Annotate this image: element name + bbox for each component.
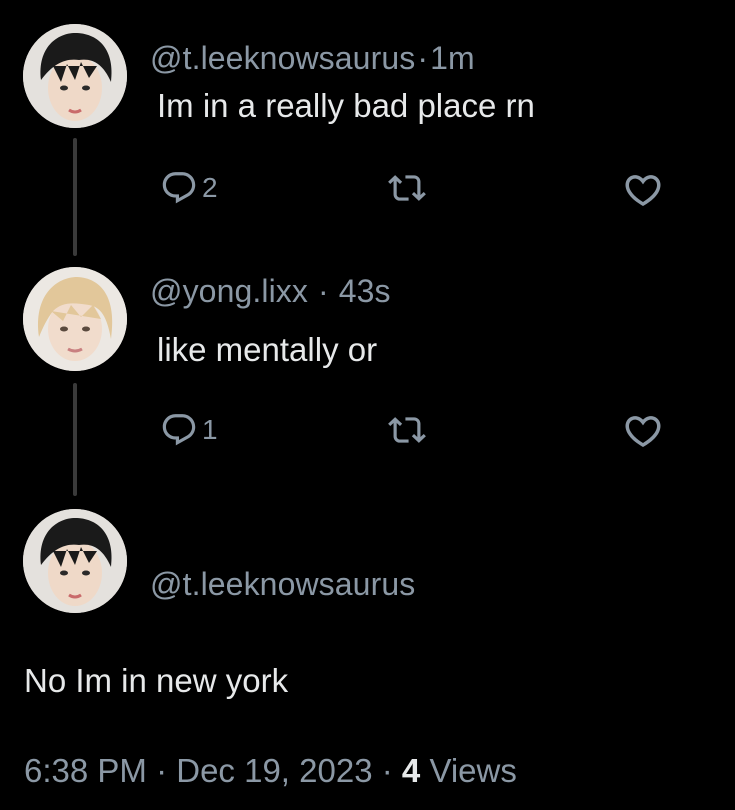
dark-hair-avatar-icon xyxy=(23,24,127,128)
main-tweet-handle[interactable]: @t.leeknowsaurus xyxy=(150,566,415,603)
tweet-time[interactable]: 1m xyxy=(430,40,475,76)
retweet-button[interactable] xyxy=(388,411,426,449)
views-count: 4 xyxy=(401,752,421,789)
main-tweet-text: No Im in new york xyxy=(24,662,289,699)
dark-hair-avatar-icon xyxy=(23,509,127,613)
tweet-text: like mentally or xyxy=(157,331,378,368)
separator-dot: · xyxy=(317,273,329,309)
views-label: Views xyxy=(429,752,517,789)
tweet-date[interactable]: Dec 19, 2023 xyxy=(176,752,372,789)
reply-icon xyxy=(160,169,198,207)
tweet-time[interactable]: 43s xyxy=(339,273,391,309)
avatar-dark-hair[interactable] xyxy=(23,509,127,613)
separator-dot: · xyxy=(417,40,429,76)
like-button[interactable] xyxy=(622,169,664,211)
retweet-icon xyxy=(388,169,426,207)
thread-line xyxy=(73,383,77,496)
like-button[interactable] xyxy=(622,410,664,452)
tweet-handle[interactable]: @t.leeknowsaurus xyxy=(150,40,415,76)
separator-dot: · xyxy=(381,752,393,789)
retweet-button[interactable] xyxy=(388,169,426,207)
reply-button[interactable]: 1 xyxy=(160,411,218,449)
tweet-meta: 6:38 PM · Dec 19, 2023 · 4 Views xyxy=(24,752,517,790)
tweet-header: @yong.lixx · 43s xyxy=(150,273,391,310)
tweet-timestamp[interactable]: 6:38 PM xyxy=(24,752,147,789)
reply-count: 2 xyxy=(202,172,218,203)
retweet-icon xyxy=(388,411,426,449)
separator-dot: · xyxy=(156,752,168,789)
reply-icon xyxy=(160,411,198,449)
reply-button[interactable]: 2 xyxy=(160,169,218,207)
like-icon xyxy=(622,169,664,211)
avatar-blonde-hair[interactable] xyxy=(23,267,127,371)
tweet-text: Im in a really bad place rn xyxy=(157,87,535,124)
reply-count: 1 xyxy=(202,414,218,445)
tweet-header: @t.leeknowsaurus·1m xyxy=(150,40,475,77)
thread-line xyxy=(73,138,77,256)
blonde-hair-avatar-icon xyxy=(23,267,127,371)
avatar-dark-hair[interactable] xyxy=(23,24,127,128)
like-icon xyxy=(622,410,664,452)
tweet-handle[interactable]: @yong.lixx xyxy=(150,273,308,309)
